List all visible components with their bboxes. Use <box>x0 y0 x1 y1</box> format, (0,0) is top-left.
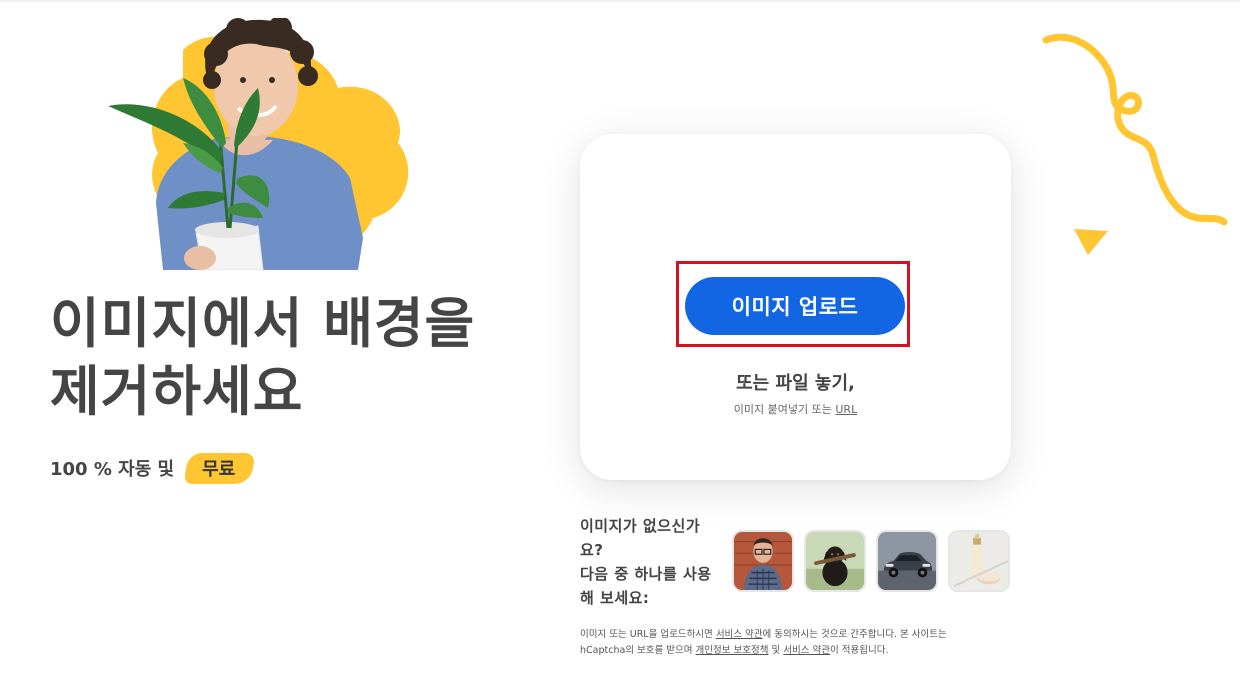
samples-prompt-line-1: 이미지가 없으신가 <box>580 517 701 535</box>
terms-line-1: 이미지 또는 URL을 업로드하시면 서비스 약관에 동의하시는 것으로 간주합… <box>580 627 1020 643</box>
terms-of-service-link-2[interactable]: 서비스 약관 <box>783 645 830 656</box>
squiggle-decoration-icon <box>1042 33 1228 226</box>
terms-line-2: hCaptcha의 보호를 받으며 개인정보 보호정책 및 서비스 약관이 적용… <box>580 643 1020 659</box>
top-divider <box>0 0 1240 2</box>
terms-of-service-link[interactable]: 서비스 약관 <box>716 629 763 640</box>
subheadline-text: 100 % 자동 및 <box>50 459 175 480</box>
upload-image-button[interactable]: 이미지 업로드 <box>685 277 905 335</box>
privacy-policy-link[interactable]: 개인정보 보호정책 <box>696 645 769 656</box>
subheadline: 100 % 자동 및 무료 <box>50 452 253 484</box>
samples-prompt-line-3: 다음 중 하나를 사용 <box>580 565 712 583</box>
terms-line-2-prefix: hCaptcha의 보호를 받으며 <box>580 645 696 656</box>
sample-thumb-dog[interactable] <box>804 530 866 592</box>
triangle-decoration-icon <box>1074 229 1108 255</box>
sample-thumb-car[interactable] <box>876 530 938 592</box>
sample-thumb-product[interactable] <box>948 530 1010 592</box>
terms-line-1-suffix: 에 동의하시는 것으로 간주합니다. 본 사이트는 <box>762 629 947 640</box>
samples-prompt-line-2: 요? <box>580 541 604 559</box>
samples-prompt: 이미지가 없으신가 요? 다음 중 하나를 사용 해 보세요: <box>580 514 720 610</box>
terms-line-2-suffix: 이 적용됩니다. <box>830 645 889 656</box>
paste-hint: 이미지 붙여넣기 또는 URL <box>580 401 1011 417</box>
samples-prompt-line-4: 해 보세요: <box>580 589 650 607</box>
paste-hint-text: 이미지 붙여넣기 또는 <box>733 403 832 416</box>
sample-thumbnails <box>732 530 1010 592</box>
free-badge: 무료 <box>186 453 253 484</box>
terms-notice: 이미지 또는 URL을 업로드하시면 서비스 약관에 동의하시는 것으로 간주합… <box>580 627 1020 659</box>
page-title: 이미지에서 배경을 제거하세요 <box>50 290 570 426</box>
headline-line-2: 제거하세요 <box>50 360 304 423</box>
page: 이미지에서 배경을 제거하세요 100 % 자동 및 무료 이미지 업로드 또는… <box>0 0 1240 689</box>
sample-thumb-person[interactable] <box>732 530 794 592</box>
url-link[interactable]: URL <box>835 403 857 416</box>
drop-file-text: 또는 파일 놓기, <box>736 373 855 394</box>
hero-image <box>88 18 428 270</box>
terms-line-2-middle: 및 <box>768 645 784 656</box>
headline-line-1: 이미지에서 배경을 <box>50 292 476 355</box>
terms-line-1-prefix: 이미지 또는 URL을 업로드하시면 <box>580 629 716 640</box>
